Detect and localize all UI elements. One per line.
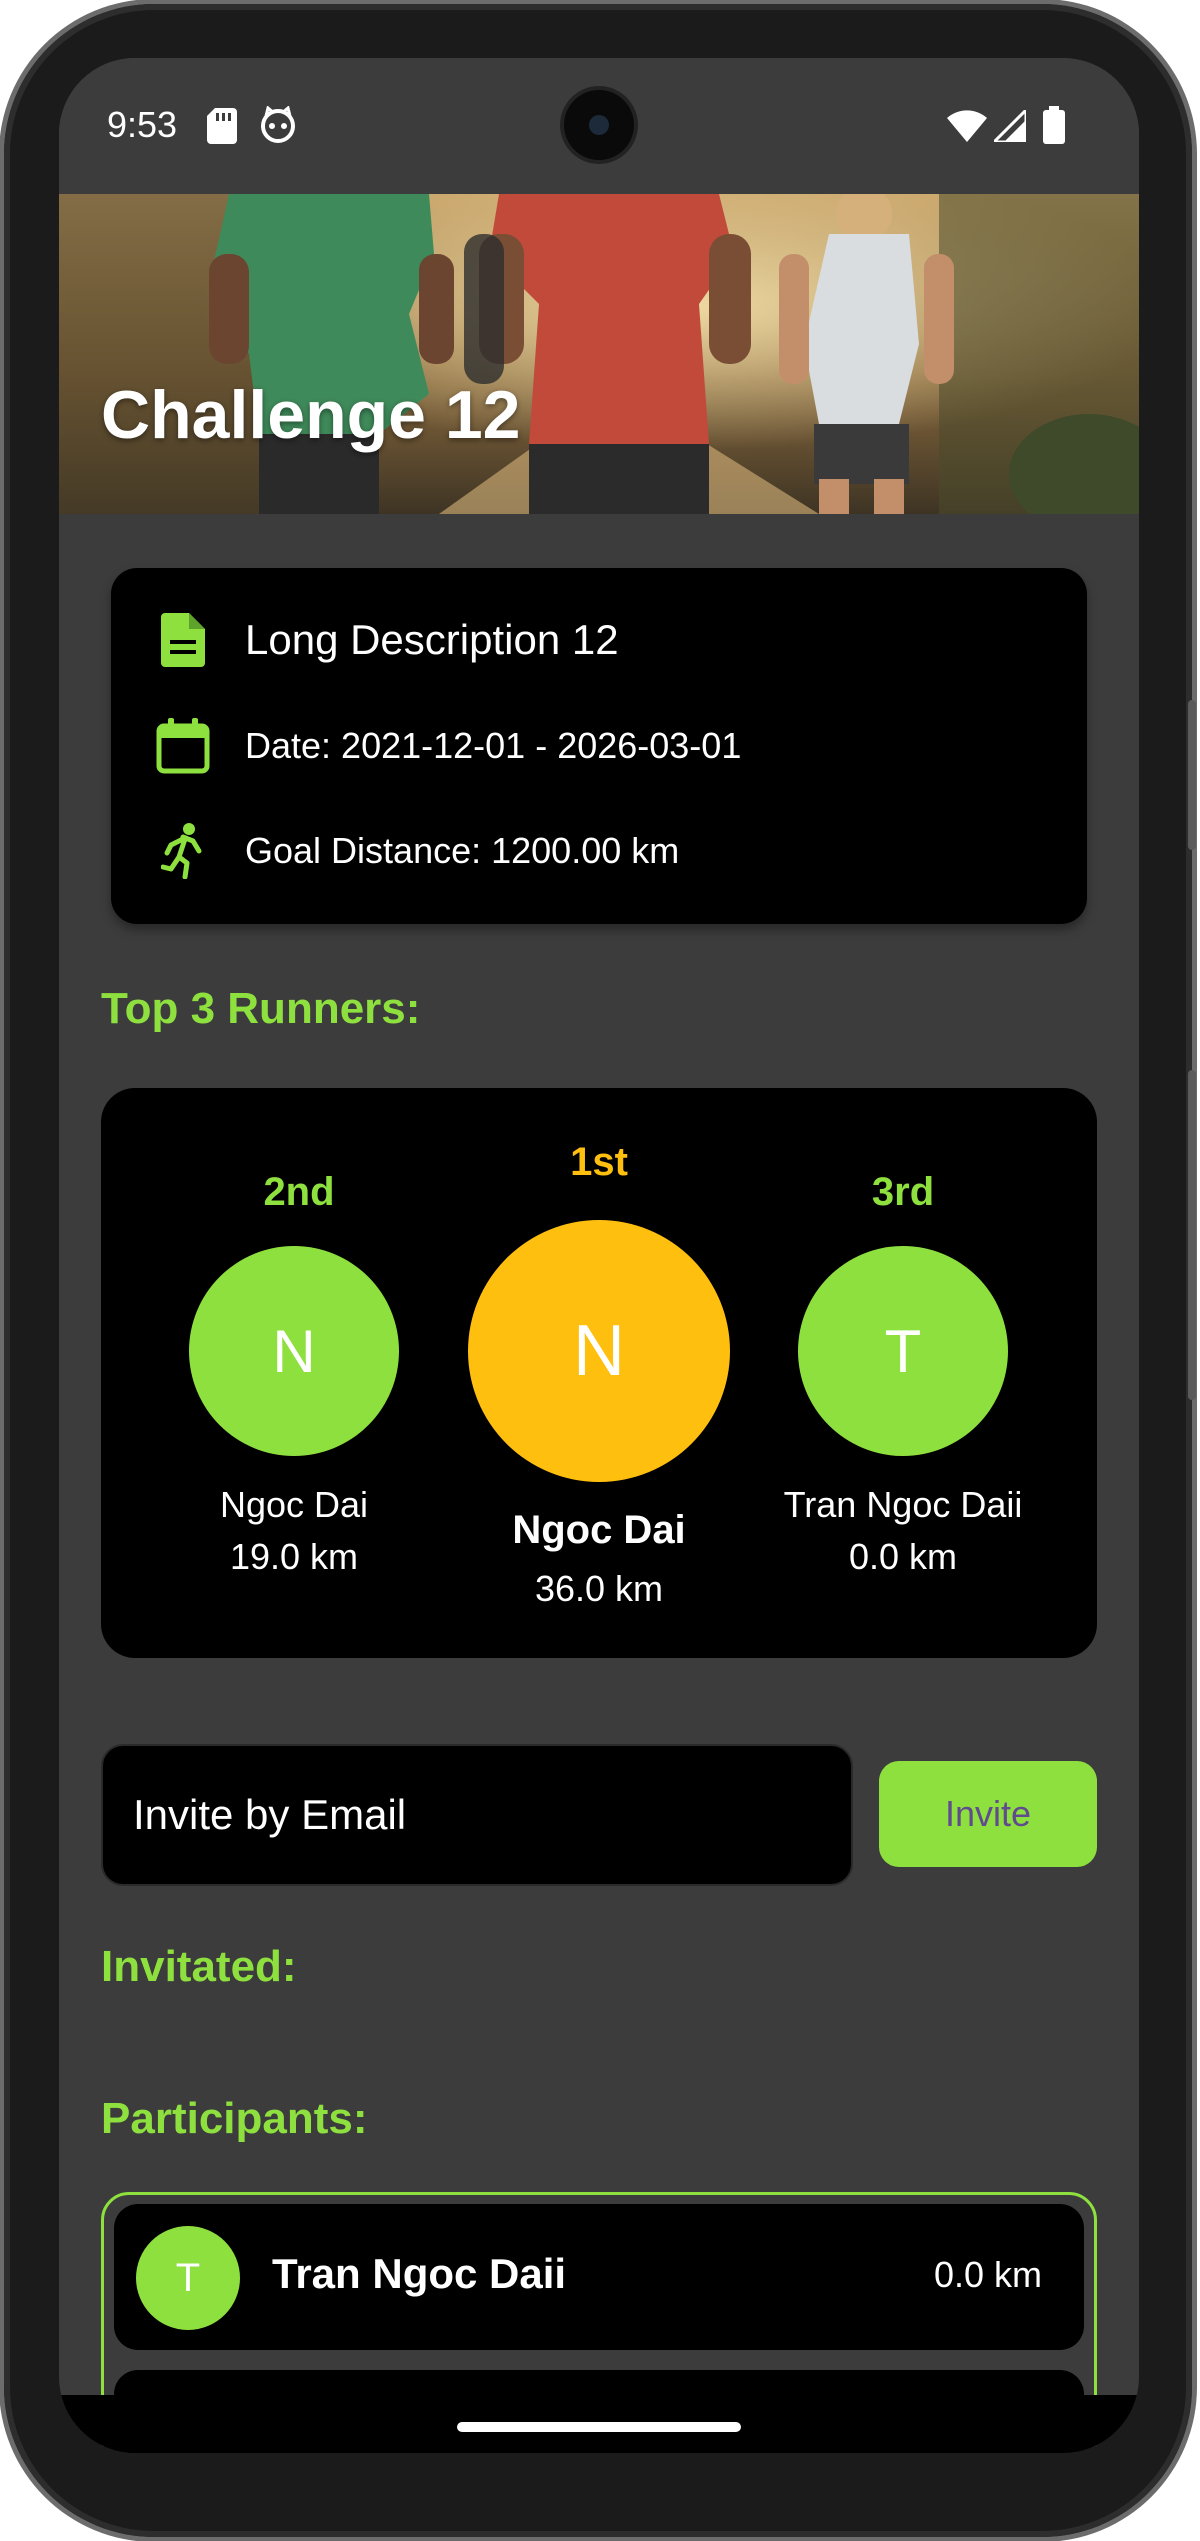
challenge-hero-image: Challenge 12 [59,194,1139,514]
participant-row[interactable]: T Tran Ngoc Daii 0.0 km [114,2204,1084,2350]
challenge-title: Challenge 12 [101,377,521,453]
volume-button [1188,1070,1196,1400]
app-screen: 9:53 Challenge 12 Long Description 12 Da… [59,58,1139,2453]
runner-2nd-name: Ngoc Dai [219,1484,369,1525]
rank-2nd-label: 2nd [263,1170,335,1214]
runner-1st-name: Ngoc Dai [512,1508,686,1552]
document-icon [155,612,211,668]
home-indicator[interactable] [457,2422,741,2432]
invite-button[interactable]: Invite [879,1761,1097,1867]
wifi-icon [947,110,987,147]
rank-3rd-label: 3rd [871,1170,935,1214]
power-button [1188,700,1196,850]
challenge-description: Long Description 12 [245,616,619,663]
challenge-info-card: Long Description 12 Date: 2021-12-01 - 2… [111,568,1087,924]
runners-photo [59,194,1139,514]
invite-email-input[interactable]: Invite by Email [101,1744,853,1886]
challenge-date: Date: 2021-12-01 - 2026-03-01 [245,725,742,766]
calendar-icon [155,718,211,774]
runner-3rd-distance: 0.0 km [848,1536,958,1577]
date-row: Date: 2021-12-01 - 2026-03-01 [155,718,741,774]
running-icon [155,823,211,879]
battery-icon [1043,106,1065,149]
runner-3rd-avatar[interactable]: T [798,1246,1008,1456]
description-row: Long Description 12 [155,612,619,668]
participant-avatar: T [136,2226,240,2330]
goal-distance: Goal Distance: 1200.00 km [245,830,680,871]
front-camera [564,90,634,160]
participant-distance: 0.0 km [933,2254,1042,2295]
top-runners-title: Top 3 Runners: [101,984,421,1033]
runner-1st-distance: 36.0 km [534,1568,664,1609]
sd-card-icon [207,108,237,149]
runner-2nd-distance: 19.0 km [229,1536,359,1577]
rank-1st-label: 1st [570,1140,628,1184]
goal-row: Goal Distance: 1200.00 km [155,823,679,879]
participants-title: Participants: [101,2094,368,2143]
runner-2nd-avatar[interactable]: N [189,1246,399,1456]
status-time: 9:53 [107,104,178,145]
participant-name: Tran Ngoc Daii [272,2250,567,2297]
runner-3rd-name: Tran Ngoc Daii [783,1484,1023,1525]
invited-title: Invitated: [101,1942,297,1991]
top-runners-podium: 2nd N Ngoc Dai 19.0 km 1st N Ngoc Dai 36… [101,1088,1097,1658]
signal-icon [990,106,1028,147]
status-bar: 9:53 [59,58,1139,194]
cat-icon [259,105,297,149]
runner-1st-avatar[interactable]: N [468,1220,730,1482]
